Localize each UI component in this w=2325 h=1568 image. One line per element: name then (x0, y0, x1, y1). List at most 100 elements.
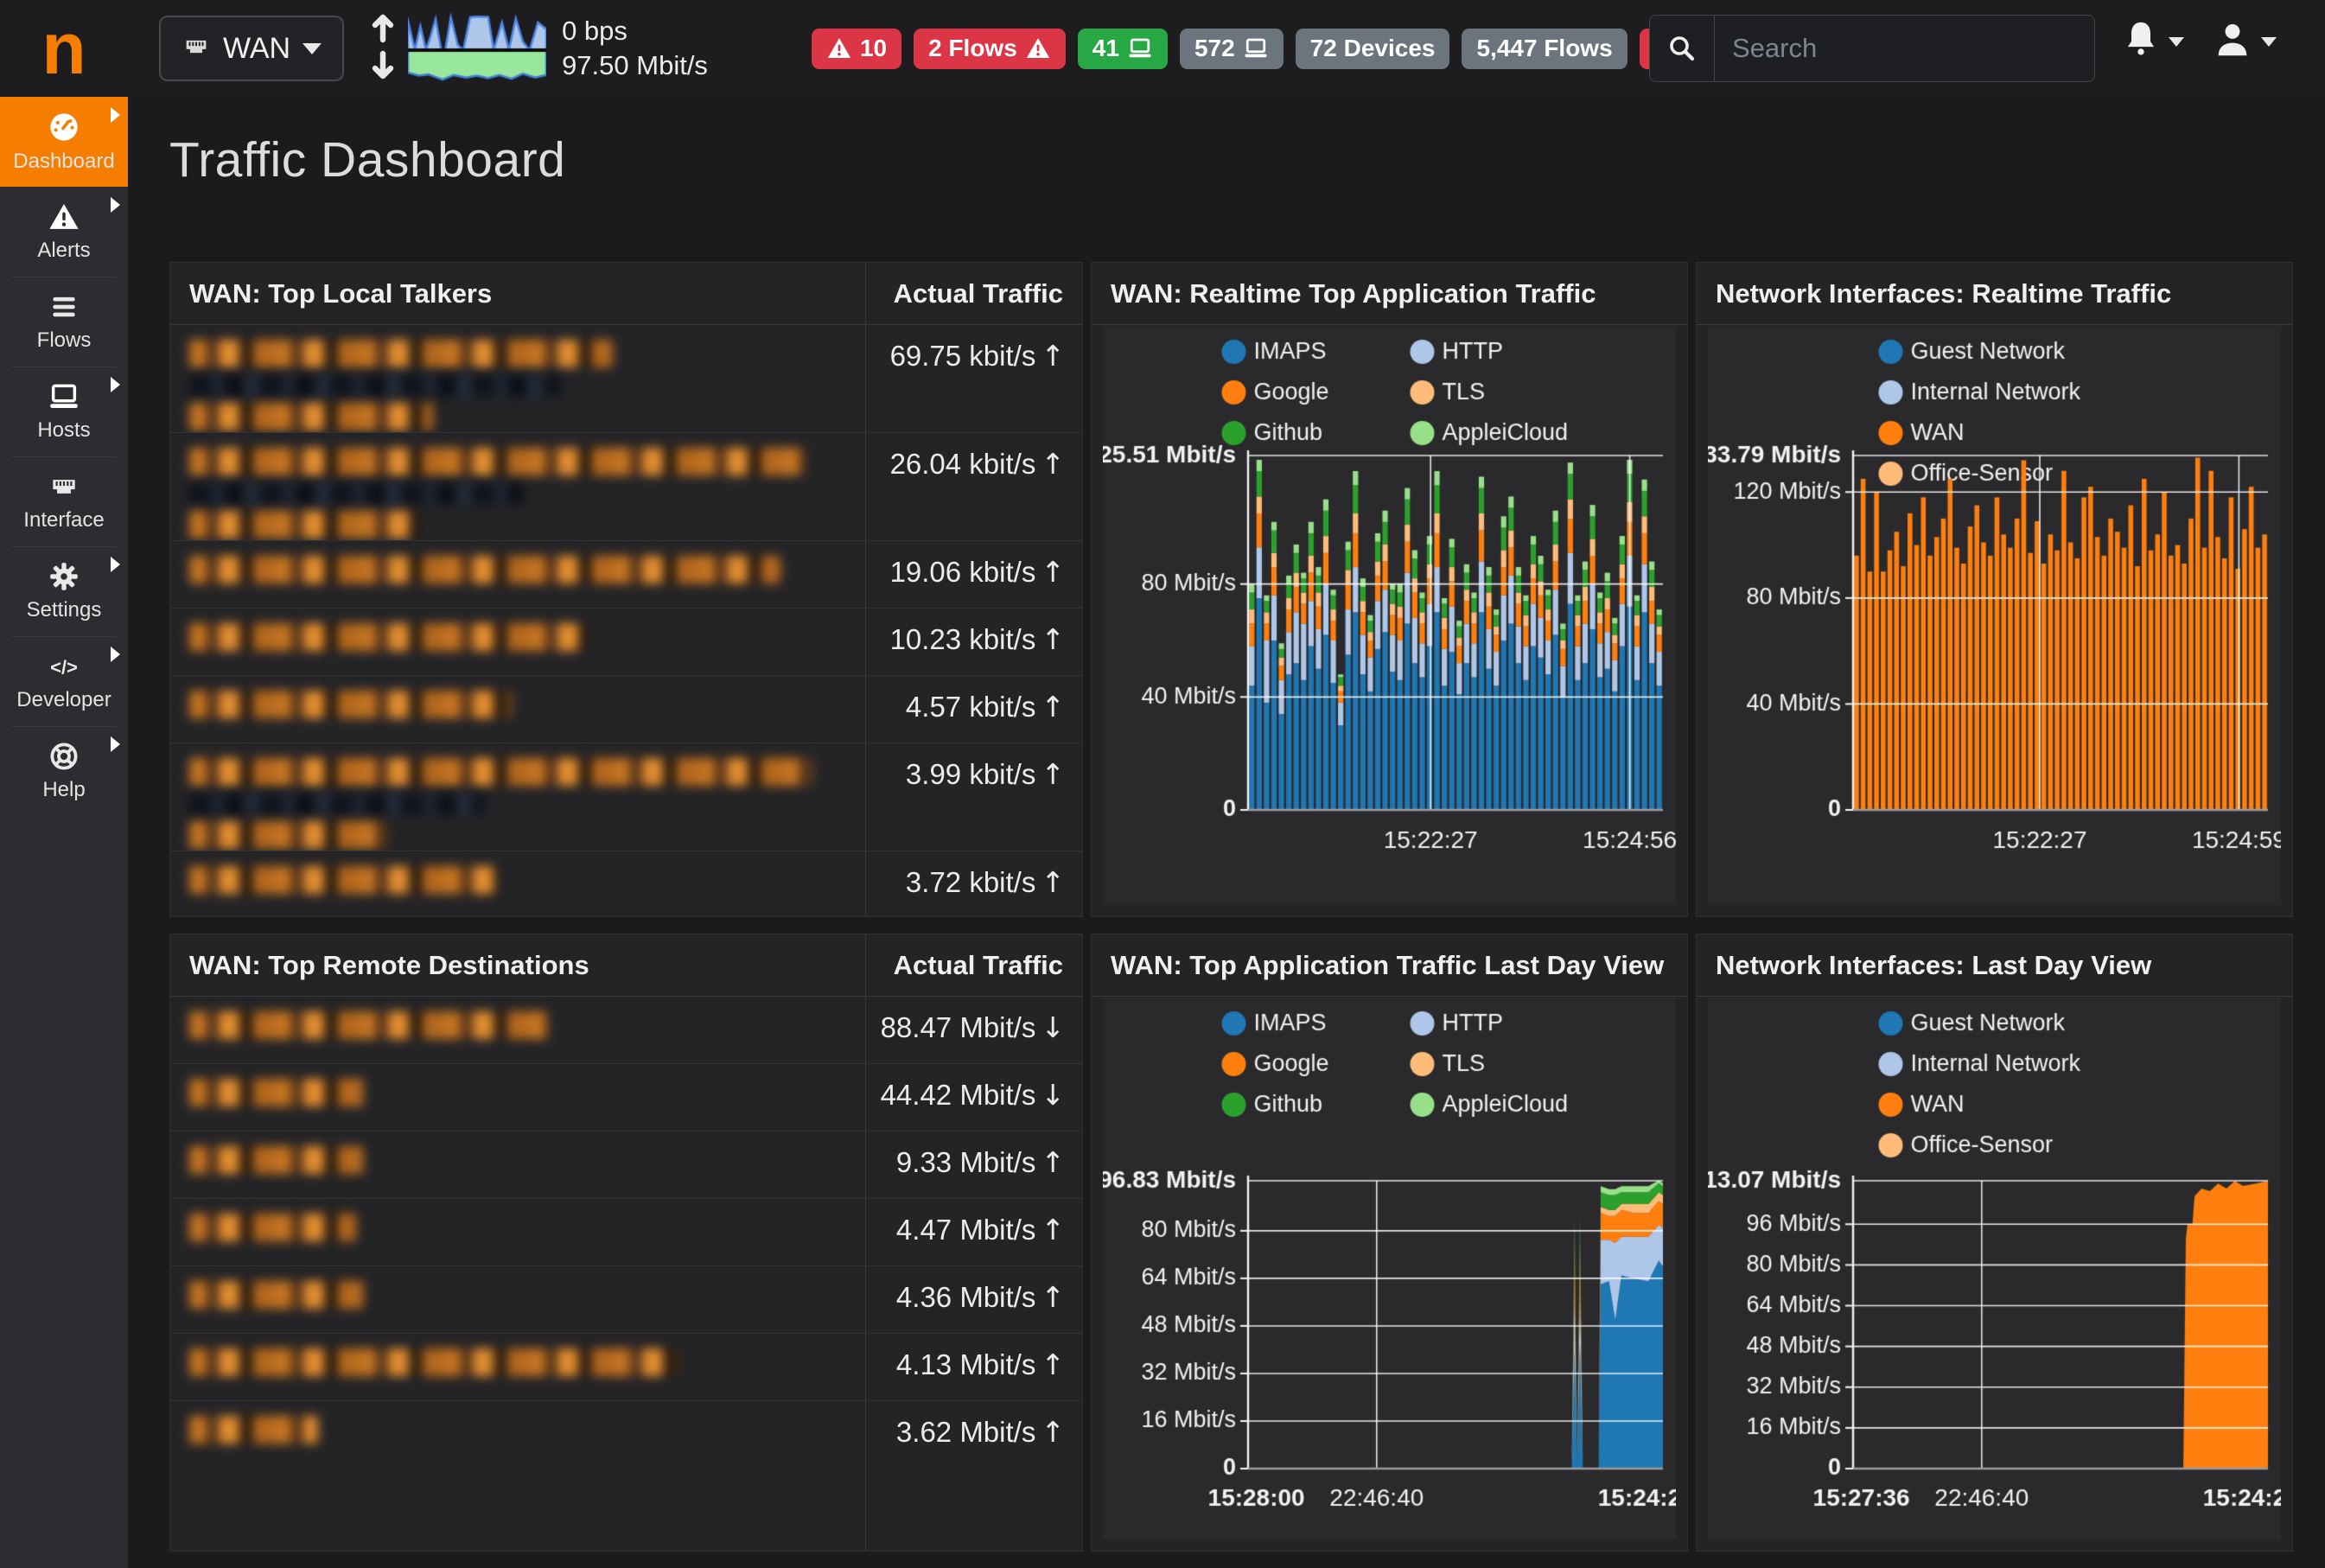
warning-icon (1026, 38, 1049, 58)
up-arrow-icon: ↑ (1041, 690, 1065, 723)
redacted-host-name[interactable] (170, 1199, 866, 1265)
lastday-app-traffic-chart[interactable] (1103, 998, 1676, 1539)
table-row[interactable]: 44.42 Mbit/s ↓ (170, 1064, 1082, 1131)
redacted-text (189, 403, 434, 430)
status-badge[interactable]: 2 Flows (914, 28, 1066, 69)
up-arrow-icon: ↑ (1041, 865, 1065, 899)
redacted-text (189, 691, 511, 718)
user-menu[interactable] (2213, 19, 2277, 65)
sidebar-item-hosts[interactable]: Hosts (0, 367, 128, 456)
redacted-host-name[interactable] (170, 541, 866, 608)
realtime-interfaces-chart[interactable] (1708, 326, 2281, 905)
sidebar-item-interface[interactable]: Interface (0, 456, 128, 546)
download-rate: 97.50 Mbit/s (562, 50, 708, 80)
up-arrow-icon: ↑ (1041, 555, 1065, 589)
interface-selector-label: WAN (223, 31, 291, 65)
table-row[interactable]: 26.04 kbit/s ↑ (170, 433, 1082, 541)
ethernet-icon (182, 32, 211, 66)
up-arrow-icon: ↑ (1041, 1145, 1065, 1179)
table-row[interactable]: 10.23 kbit/s ↑ (170, 609, 1082, 676)
up-arrow-icon: ↑ (1041, 339, 1065, 373)
down-arrow-icon: ↓ (1041, 1010, 1065, 1044)
up-arrow-icon: ↑ (1041, 447, 1065, 481)
app-logo[interactable]: n (0, 5, 128, 92)
sidebar-item-settings[interactable]: Settings (0, 546, 128, 636)
upload-rate: 0 bps (562, 16, 627, 46)
table-row[interactable]: 19.06 kbit/s ↑ (170, 541, 1082, 609)
realtime-interfaces-chart-card: Network Interfaces: Realtime Traffic (1696, 262, 2293, 917)
redacted-host-name[interactable] (170, 851, 866, 916)
chevron-right-icon (111, 197, 120, 213)
status-badge[interactable]: 41 (1077, 28, 1168, 69)
traffic-value: 4.47 Mbit/s ↑ (895, 1213, 1065, 1246)
sidebar-item-dashboard[interactable]: Dashboard (0, 97, 128, 187)
table-row[interactable]: 4.57 kbit/s ↑ (170, 676, 1082, 743)
traffic-value: 10.23 kbit/s ↑ (889, 622, 1065, 656)
sidebar-item-help[interactable]: Help (0, 726, 128, 816)
table-row[interactable]: 88.47 Mbit/s ↓ (170, 997, 1082, 1064)
redacted-host-name[interactable] (170, 609, 866, 675)
table-row[interactable]: 3.62 Mbit/s ↑ (170, 1401, 1082, 1551)
lastday-app-traffic-chart-card: WAN: Top Application Traffic Last Day Vi… (1091, 934, 1688, 1552)
traffic-value: 69.75 kbit/s ↑ (889, 339, 1065, 373)
up-arrow-icon: ↑ (1041, 757, 1065, 791)
table-row[interactable]: 9.33 Mbit/s ↑ (170, 1131, 1082, 1199)
traffic-sparkline (408, 12, 547, 85)
redacted-host-name[interactable] (170, 743, 866, 851)
sidebar-item-flows[interactable]: Flows (0, 277, 128, 367)
interface-selector[interactable]: WAN (159, 16, 345, 81)
chevron-down-icon (2261, 37, 2277, 47)
warning-icon (827, 38, 851, 58)
status-badge[interactable]: 5,447 Flows (1462, 28, 1628, 69)
sidebar-item-alerts[interactable]: Alerts (0, 187, 128, 277)
laptop-icon (1245, 38, 1267, 58)
page-title: Traffic Dashboard (169, 132, 566, 188)
redacted-text (189, 794, 485, 815)
status-badge[interactable]: 572 (1179, 28, 1284, 69)
throughput-widget: 0 bps 97.50 Mbit/s (366, 10, 708, 87)
redacted-host-name[interactable] (170, 1401, 866, 1551)
redacted-text (189, 866, 498, 894)
redacted-host-name[interactable] (170, 1064, 866, 1131)
traffic-value: 3.62 Mbit/s ↑ (895, 1415, 1065, 1449)
traffic-value: 4.36 Mbit/s ↑ (895, 1280, 1065, 1314)
redacted-text (189, 1281, 363, 1309)
table-row[interactable]: 4.47 Mbit/s ↑ (170, 1199, 1082, 1266)
chevron-right-icon (111, 647, 120, 662)
sidebar-item-label: Alerts (37, 239, 91, 262)
redacted-text (189, 511, 421, 539)
redacted-text (189, 340, 614, 367)
sidebar-item-label: Interface (23, 508, 105, 532)
redacted-host-name[interactable] (170, 1266, 866, 1333)
traffic-value: 9.33 Mbit/s ↑ (895, 1145, 1065, 1179)
table-row[interactable]: 3.72 kbit/s ↑ (170, 851, 1082, 916)
sidebar-item-label: Hosts (37, 418, 91, 442)
search-input[interactable] (1715, 33, 2094, 64)
redacted-text (189, 556, 780, 583)
status-badge[interactable]: 10 (811, 28, 902, 69)
chevron-right-icon (111, 377, 120, 392)
gear-icon (50, 563, 78, 590)
table-row[interactable]: 4.36 Mbit/s ↑ (170, 1266, 1082, 1334)
bell-icon (2122, 19, 2160, 65)
lifering-icon (50, 743, 78, 770)
traffic-value: 44.42 Mbit/s ↓ (880, 1078, 1065, 1112)
redacted-host-name[interactable] (170, 1334, 866, 1400)
realtime-app-traffic-chart[interactable] (1103, 326, 1676, 905)
redacted-host-name[interactable] (170, 325, 866, 432)
chevron-down-icon (2169, 37, 2184, 47)
lastday-interfaces-chart[interactable] (1708, 998, 2281, 1539)
table-row[interactable]: 3.99 kbit/s ↑ (170, 743, 1082, 851)
table-title: WAN: Top Remote Destinations (189, 949, 589, 980)
table-row[interactable]: 4.13 Mbit/s ↑ (170, 1334, 1082, 1401)
notifications-menu[interactable] (2122, 19, 2184, 65)
table-row[interactable]: 69.75 kbit/s ↑ (170, 325, 1082, 433)
redacted-host-name[interactable] (170, 676, 866, 743)
up-arrow-icon: ↑ (1041, 1415, 1065, 1449)
sidebar-item-developer[interactable]: </> Developer (0, 636, 128, 726)
redacted-host-name[interactable] (170, 997, 866, 1063)
status-badge[interactable]: 72 Devices (1295, 28, 1450, 69)
redacted-host-name[interactable] (170, 433, 866, 540)
chart-title: WAN: Realtime Top Application Traffic (1111, 277, 1596, 309)
redacted-host-name[interactable] (170, 1131, 866, 1198)
